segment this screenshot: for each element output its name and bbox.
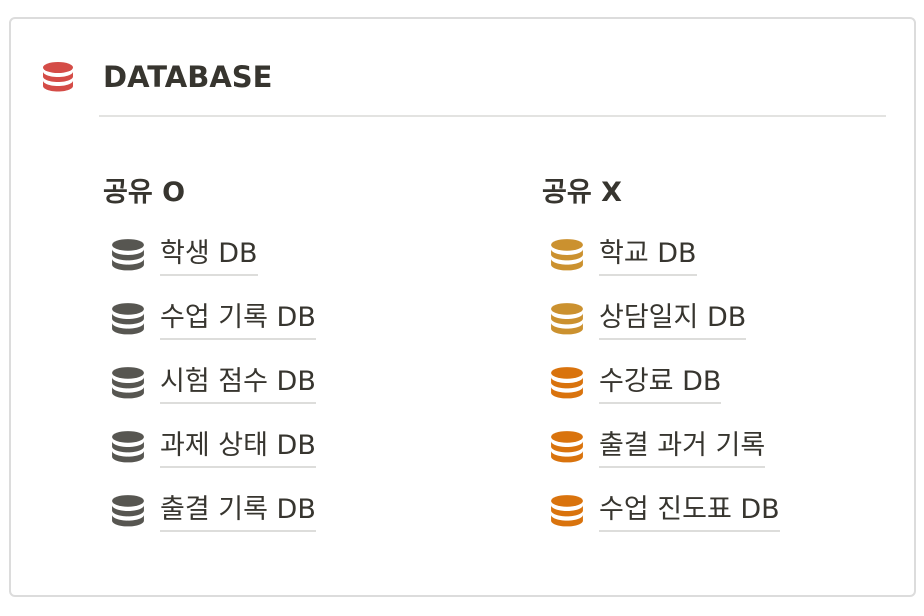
db-link-student[interactable]: 학생 DB	[103, 236, 483, 300]
db-link-label[interactable]: 수강료 DB	[599, 364, 722, 404]
database-callout: DATABASE 공유 O 학생 DB 수업 기록 DB 시험 점수 DB 과제…	[9, 17, 916, 597]
database-icon	[551, 239, 583, 271]
column-title-shared: 공유 O	[103, 177, 186, 208]
column-shared: 공유 O 학생 DB 수업 기록 DB 시험 점수 DB 과제 상태 DB 출결…	[103, 171, 483, 556]
callout-title: DATABASE	[103, 60, 273, 94]
db-link-class-record[interactable]: 수업 기록 DB	[103, 300, 483, 364]
db-link-label[interactable]: 학생 DB	[160, 236, 258, 276]
callout-header: DATABASE	[11, 19, 914, 119]
db-link-attendance-history[interactable]: 출결 과거 기록	[542, 428, 922, 492]
database-icon	[551, 303, 583, 335]
db-link-class-progress[interactable]: 수업 진도표 DB	[542, 492, 922, 556]
db-link-assignment-status[interactable]: 과제 상태 DB	[103, 428, 483, 492]
database-icon	[112, 239, 144, 271]
column-title-not-shared: 공유 X	[542, 177, 622, 208]
db-link-tuition[interactable]: 수강료 DB	[542, 364, 922, 428]
db-link-label[interactable]: 수업 기록 DB	[160, 300, 316, 340]
db-link-exam-score[interactable]: 시험 점수 DB	[103, 364, 483, 428]
database-icon	[112, 495, 144, 527]
divider	[99, 115, 886, 117]
db-link-label[interactable]: 출결 과거 기록	[599, 428, 766, 468]
database-icon	[43, 62, 73, 92]
database-icon	[112, 431, 144, 463]
db-link-counseling-log[interactable]: 상담일지 DB	[542, 300, 922, 364]
db-link-school[interactable]: 학교 DB	[542, 236, 922, 300]
database-icon	[112, 367, 144, 399]
database-icon	[551, 495, 583, 527]
database-icon	[112, 303, 144, 335]
db-link-attendance-record[interactable]: 출결 기록 DB	[103, 492, 483, 556]
database-icon	[551, 367, 583, 399]
db-link-label[interactable]: 수업 진도표 DB	[599, 492, 780, 532]
database-icon	[551, 431, 583, 463]
db-link-label[interactable]: 학교 DB	[599, 236, 697, 276]
db-link-label[interactable]: 상담일지 DB	[599, 300, 747, 340]
db-link-label[interactable]: 출결 기록 DB	[160, 492, 316, 532]
db-link-label[interactable]: 시험 점수 DB	[160, 364, 316, 404]
db-link-label[interactable]: 과제 상태 DB	[160, 428, 316, 468]
column-not-shared: 공유 X 학교 DB 상담일지 DB 수강료 DB 출결 과거 기록 수업 진도…	[542, 171, 922, 556]
